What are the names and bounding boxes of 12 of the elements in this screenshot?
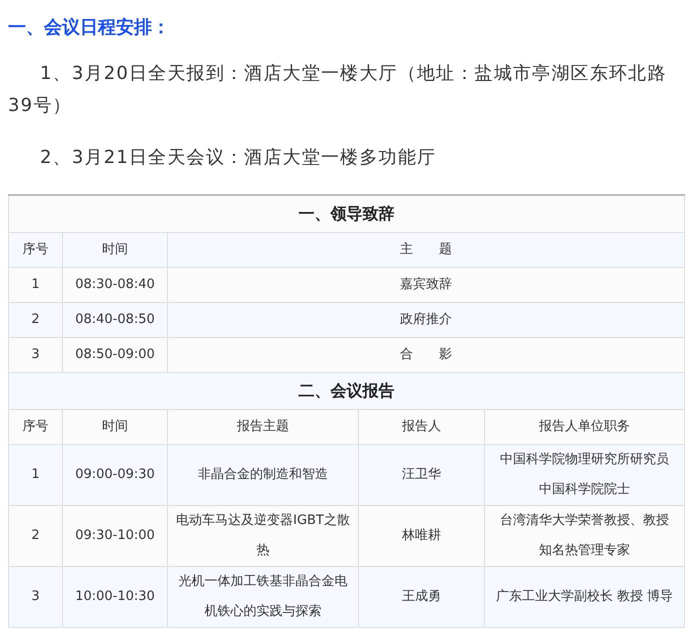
schedule-paragraph: 1、3月20日全天报到：酒店大堂一楼大厅（地址：盐城市亭湖区东环北路39号） [8, 62, 668, 118]
schedule-paragraph: 2、3月21日全天会议：酒店大堂一楼多功能厅 [39, 146, 438, 170]
section-heading: 一、会议日程安排： [8, 16, 171, 40]
table-cell-line: 中国科学院院士 [538, 481, 631, 499]
table-cell: 王成勇 [358, 566, 484, 628]
table-cell-line: 台湾清华大学荣誉教授、教授 [499, 512, 670, 530]
table-cell-line: 广东工业大学副校长 教授 博导 [494, 588, 674, 606]
table-cell-line: 中国科学院物理研究所研究员 [499, 451, 670, 469]
table-cell: 3 [8, 566, 62, 628]
table-cell: 10:00-10:30 [62, 566, 168, 628]
table-cell: 光机一体加工铁基非晶合金电机铁心的实践与探索 [168, 566, 358, 628]
table-cell-line: 知名热管理专家 [538, 542, 631, 560]
